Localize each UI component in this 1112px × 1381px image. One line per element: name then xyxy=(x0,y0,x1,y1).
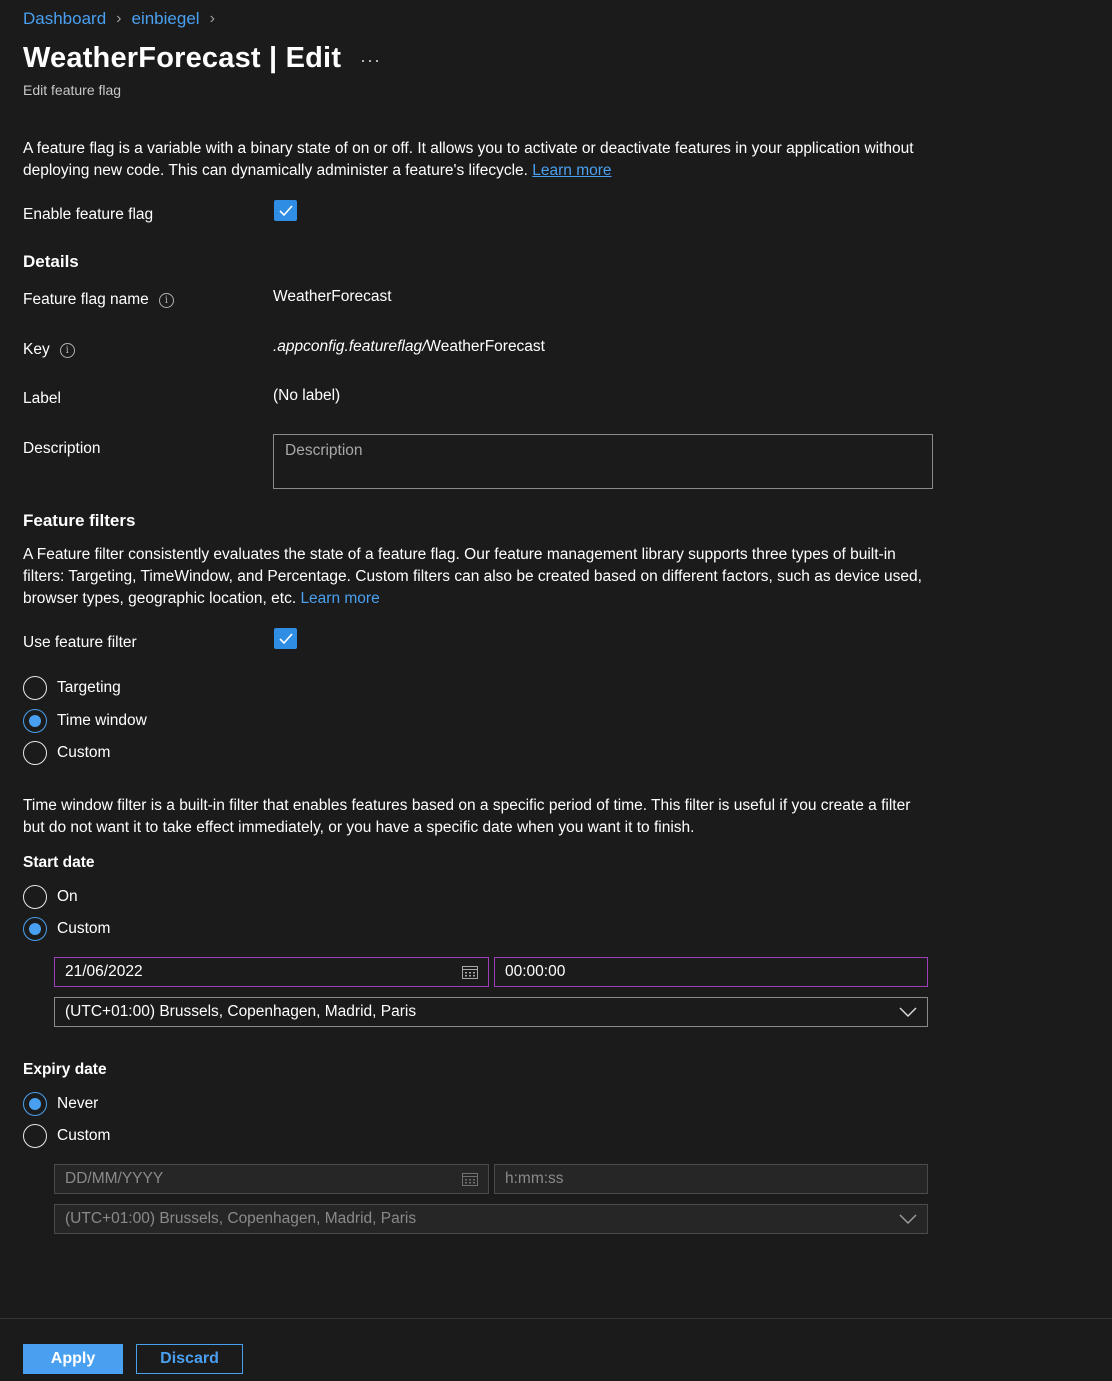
enable-flag-checkbox[interactable] xyxy=(274,200,297,221)
apply-button[interactable]: Apply xyxy=(23,1344,123,1374)
expiry-date-input[interactable]: DD/MM/YYYY xyxy=(54,1164,489,1194)
start-option-label: On xyxy=(57,888,78,905)
feature-flag-name-label: Feature flag name i xyxy=(23,291,174,309)
breadcrumb: Dashboard › einbiegel › xyxy=(23,9,215,29)
filter-option-label: Time window xyxy=(57,712,147,729)
use-filter-label: Use feature filter xyxy=(23,634,137,652)
page-title: WeatherForecast | Edit xyxy=(23,42,342,74)
calendar-icon[interactable] xyxy=(462,965,478,979)
expiry-date-placeholder: DD/MM/YYYY xyxy=(65,1170,164,1187)
filter-option-custom[interactable]: Custom xyxy=(23,741,110,765)
footer-divider xyxy=(0,1318,1112,1319)
description-label: Description xyxy=(23,440,101,458)
radio-button-selected[interactable] xyxy=(23,917,47,941)
radio-button-selected[interactable] xyxy=(23,709,47,733)
filter-option-targeting[interactable]: Targeting xyxy=(23,676,121,700)
enable-flag-label: Enable feature flag xyxy=(23,206,153,224)
description-label-text: Description xyxy=(23,440,101,457)
start-time-value: 00:00:00 xyxy=(505,963,566,980)
start-option-on[interactable]: On xyxy=(23,885,78,909)
start-time-input[interactable]: 00:00:00 xyxy=(494,957,928,987)
filter-option-time-window[interactable]: Time window xyxy=(23,709,147,733)
use-filter-checkbox[interactable] xyxy=(274,628,297,649)
info-icon[interactable]: i xyxy=(59,342,75,358)
check-icon xyxy=(278,204,293,216)
radio-button-selected[interactable] xyxy=(23,1092,47,1116)
details-heading: Details xyxy=(23,252,79,271)
feature-filters-text: A Feature filter consistently evaluates … xyxy=(23,544,933,610)
key-name: WeatherForecast xyxy=(426,338,545,355)
start-date-heading: Start date xyxy=(23,854,95,871)
expiry-option-never[interactable]: Never xyxy=(23,1092,98,1116)
start-timezone-value: (UTC+01:00) Brussels, Copenhagen, Madrid… xyxy=(65,1003,417,1020)
radio-button[interactable] xyxy=(23,1124,47,1148)
discard-button[interactable]: Discard xyxy=(136,1344,243,1374)
start-option-label: Custom xyxy=(57,920,111,937)
radio-button[interactable] xyxy=(23,741,47,765)
check-icon xyxy=(278,632,293,644)
feature-filters-description: A Feature filter consistently evaluates … xyxy=(23,546,922,607)
key-prefix: .appconfig.featureflag/ xyxy=(273,338,427,355)
breadcrumb-einbiegel[interactable]: einbiegel xyxy=(132,9,200,29)
feature-flag-name-value: WeatherForecast xyxy=(273,288,392,305)
start-date-input[interactable]: 21/06/2022 xyxy=(54,957,489,987)
feature-flag-name-label-text: Feature flag name xyxy=(23,291,149,308)
key-label-text: Key xyxy=(23,341,50,358)
more-options-icon[interactable]: ··· xyxy=(360,50,381,71)
intro-description: A feature flag is a variable with a bina… xyxy=(23,140,914,179)
feature-filters-heading: Feature filters xyxy=(23,511,136,530)
expiry-timezone-value: (UTC+01:00) Brussels, Copenhagen, Madrid… xyxy=(65,1210,417,1227)
info-icon[interactable]: i xyxy=(158,292,174,308)
chevron-right-icon: › xyxy=(209,10,215,27)
time-window-text: Time window filter is a built-in filter … xyxy=(23,797,911,836)
expiry-option-label: Never xyxy=(57,1095,99,1112)
filter-option-label: Custom xyxy=(57,744,111,761)
enable-flag-label-text: Enable feature flag xyxy=(23,206,154,223)
description-input[interactable]: Description xyxy=(273,434,933,489)
start-date-value: 21/06/2022 xyxy=(65,963,143,980)
expiry-option-label: Custom xyxy=(57,1127,111,1144)
radio-button[interactable] xyxy=(23,676,47,700)
use-filter-label-text: Use feature filter xyxy=(23,634,137,651)
breadcrumb-dashboard[interactable]: Dashboard xyxy=(23,9,106,29)
intro-text: A feature flag is a variable with a bina… xyxy=(23,138,933,182)
filters-learn-more-link[interactable]: Learn more xyxy=(300,590,379,607)
chevron-right-icon: › xyxy=(116,10,122,27)
expiry-time-placeholder: h:mm:ss xyxy=(505,1170,564,1187)
chevron-down-icon xyxy=(899,1007,917,1017)
chevron-down-icon xyxy=(899,1214,917,1224)
key-label: Key i xyxy=(23,341,75,359)
start-timezone-select[interactable]: (UTC+01:00) Brussels, Copenhagen, Madrid… xyxy=(54,997,928,1027)
calendar-icon[interactable] xyxy=(462,1172,478,1186)
page-subtitle: Edit feature flag xyxy=(23,82,122,98)
expiry-date-heading: Expiry date xyxy=(23,1061,107,1078)
learn-more-link[interactable]: Learn more xyxy=(532,162,611,179)
label-label: Label xyxy=(23,390,61,408)
label-value: (No label) xyxy=(273,387,341,404)
start-option-custom[interactable]: Custom xyxy=(23,917,110,941)
radio-button[interactable] xyxy=(23,885,47,909)
expiry-option-custom[interactable]: Custom xyxy=(23,1124,110,1148)
label-label-text: Label xyxy=(23,390,61,407)
expiry-timezone-select[interactable]: (UTC+01:00) Brussels, Copenhagen, Madrid… xyxy=(54,1204,928,1234)
filter-option-label: Targeting xyxy=(57,679,121,696)
key-value: .appconfig.featureflag/WeatherForecast xyxy=(273,338,545,356)
expiry-time-input[interactable]: h:mm:ss xyxy=(494,1164,928,1194)
